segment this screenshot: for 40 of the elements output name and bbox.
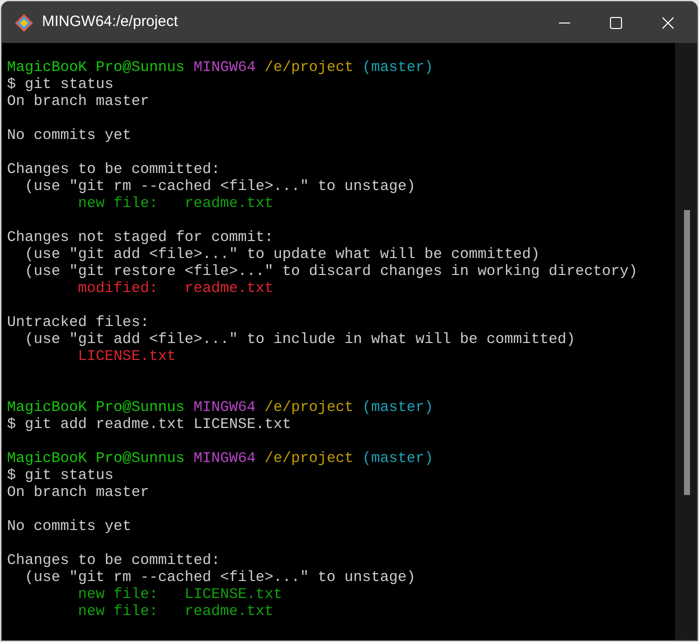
terminal-text: (use "git add <file>..." to update what will be committed)	[24, 247, 540, 264]
terminal-text: LICENSE.txt	[77, 349, 176, 366]
terminal-text: new file: LICENSE.txt	[77, 587, 282, 604]
terminal-text: MINGW64	[193, 400, 257, 417]
terminal-text: MagicBooK Pro@Sunnus	[7, 60, 186, 77]
terminal-text: $ git status	[7, 468, 114, 485]
git-logo-icon	[15, 14, 33, 32]
close-icon	[662, 16, 674, 28]
terminal-text: On branch master	[7, 485, 150, 502]
terminal-text: $ git status	[7, 77, 114, 94]
terminal-text: /e/project	[264, 400, 354, 417]
terminal-text: MagicBooK Pro@Sunnus	[7, 400, 186, 417]
terminal-text: new file: readme.txt	[77, 196, 274, 213]
terminal-text: (use "git restore <file>..." to discard changes in working directory)	[24, 264, 638, 281]
maximize-icon	[610, 16, 622, 28]
terminal-text: Changes not staged for commit:	[7, 230, 274, 247]
terminal-text: Untracked files:	[7, 315, 150, 332]
terminal-text: (master)	[362, 400, 434, 417]
terminal-text: No commits yet	[7, 519, 132, 536]
scrollbar-thumb[interactable]	[684, 210, 690, 495]
terminal-text: (master)	[362, 451, 434, 468]
terminal-text: On branch master	[7, 94, 150, 111]
scrollbar[interactable]	[675, 43, 697, 640]
minimize-icon	[558, 22, 570, 24]
terminal-text: (use "git rm --cached <file>..." to unstage)	[24, 179, 416, 196]
terminal-text: (use "git add <file>..." to include in what will be committed)	[24, 332, 576, 349]
terminal-text: (master)	[362, 60, 434, 77]
terminal-text: $ git add readme.txt LICENSE.txt	[7, 417, 292, 434]
terminal-text: /e/project	[264, 451, 354, 468]
window-title: MINGW64:/e/project	[42, 12, 178, 32]
terminal-text: Changes to be committed:	[7, 162, 220, 179]
terminal-text: /e/project	[264, 60, 354, 77]
terminal-text: new file: readme.txt	[77, 604, 274, 621]
terminal-text: MINGW64	[193, 60, 257, 77]
terminal-text: (use "git rm --cached <file>..." to unstage)	[24, 570, 416, 587]
terminal-text: MINGW64	[193, 451, 257, 468]
terminal-text: MagicBooK Pro@Sunnus	[7, 451, 186, 468]
terminal-text: No commits yet	[7, 128, 132, 145]
terminal-text: modified: readme.txt	[77, 281, 274, 298]
terminal-text: Changes to be committed:	[7, 553, 220, 570]
